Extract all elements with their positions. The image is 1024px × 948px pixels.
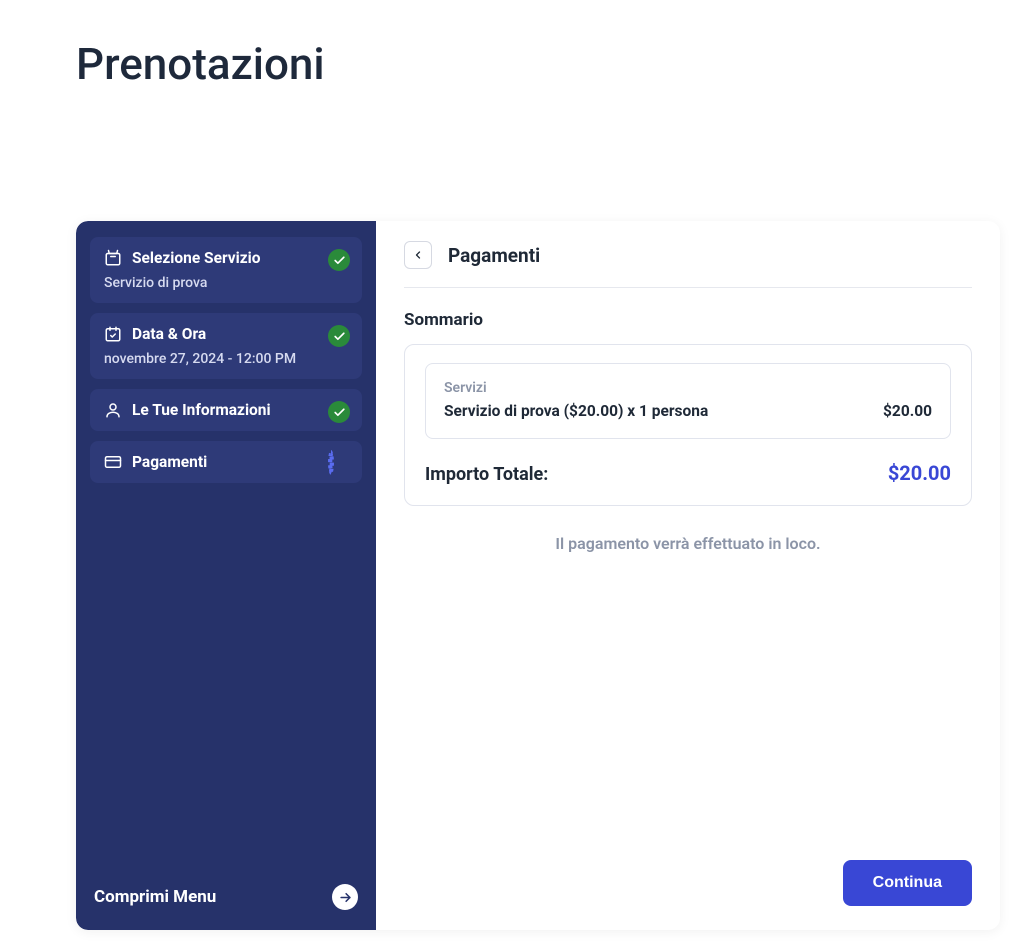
step-list: Selezione Servizio Servizio di prova: [90, 237, 362, 483]
step-your-info[interactable]: Le Tue Informazioni: [90, 389, 362, 431]
step-date-time[interactable]: Data & Ora novembre 27, 2024 - 12:00 PM: [90, 313, 362, 379]
service-line-price: $20.00: [883, 402, 932, 420]
step-header: Pagamenti: [104, 453, 348, 471]
summary-box: Servizi Servizio di prova ($20.00) x 1 p…: [404, 344, 972, 506]
main-panel: Pagamenti Sommario Servizi Servizio di p…: [376, 221, 1000, 930]
main-footer: Continua: [404, 860, 972, 906]
back-button[interactable]: [404, 241, 432, 269]
check-icon: [328, 401, 350, 423]
service-line-text: Servizio di prova ($20.00) x 1 persona: [444, 402, 708, 420]
calendar-icon: [104, 325, 122, 343]
check-icon: [328, 249, 350, 271]
bag-icon: [104, 249, 122, 267]
continue-button[interactable]: Continua: [843, 860, 972, 906]
total-amount: $20.00: [888, 461, 951, 485]
services-label: Servizi: [444, 380, 932, 396]
step-title: Le Tue Informazioni: [132, 401, 271, 419]
step-payments[interactable]: Pagamenti: [90, 441, 362, 483]
person-icon: [104, 401, 122, 419]
payment-note: Il pagamento verrà effettuato in loco.: [404, 534, 972, 553]
step-subtitle: novembre 27, 2024 - 12:00 PM: [104, 351, 348, 367]
step-title: Pagamenti: [132, 453, 207, 471]
booking-card: Selezione Servizio Servizio di prova: [76, 221, 1000, 930]
summary-label: Sommario: [404, 310, 972, 330]
sidebar: Selezione Servizio Servizio di prova: [76, 221, 376, 930]
total-line: Importo Totale: $20.00: [425, 461, 951, 485]
total-label: Importo Totale:: [425, 464, 548, 485]
step-title: Selezione Servizio: [132, 249, 260, 267]
status-done-icon: [328, 401, 350, 423]
status-done-icon: [328, 325, 350, 347]
collapse-menu-button[interactable]: Comprimi Menu: [90, 870, 362, 914]
step-header: Le Tue Informazioni: [104, 401, 348, 419]
page-title: Prenotazioni: [0, 0, 1024, 90]
step-header: Selezione Servizio: [104, 249, 348, 267]
main-header: Pagamenti: [404, 241, 972, 288]
step-subtitle: Servizio di prova: [104, 275, 348, 291]
check-icon: [328, 325, 350, 347]
main-title: Pagamenti: [448, 244, 540, 267]
services-box: Servizi Servizio di prova ($20.00) x 1 p…: [425, 363, 951, 439]
status-done-icon: [328, 249, 350, 271]
card-icon: [104, 453, 122, 471]
ring-icon: [328, 450, 334, 475]
arrow-right-icon: [332, 884, 358, 910]
collapse-menu-label: Comprimi Menu: [94, 887, 216, 907]
step-header: Data & Ora: [104, 325, 348, 343]
step-title: Data & Ora: [132, 325, 206, 343]
status-current-icon: [328, 453, 350, 475]
service-line: Servizio di prova ($20.00) x 1 persona $…: [444, 402, 932, 420]
step-service-selection[interactable]: Selezione Servizio Servizio di prova: [90, 237, 362, 303]
chevron-left-icon: [412, 249, 424, 261]
main-body: Sommario Servizi Servizio di prova ($20.…: [404, 288, 972, 553]
